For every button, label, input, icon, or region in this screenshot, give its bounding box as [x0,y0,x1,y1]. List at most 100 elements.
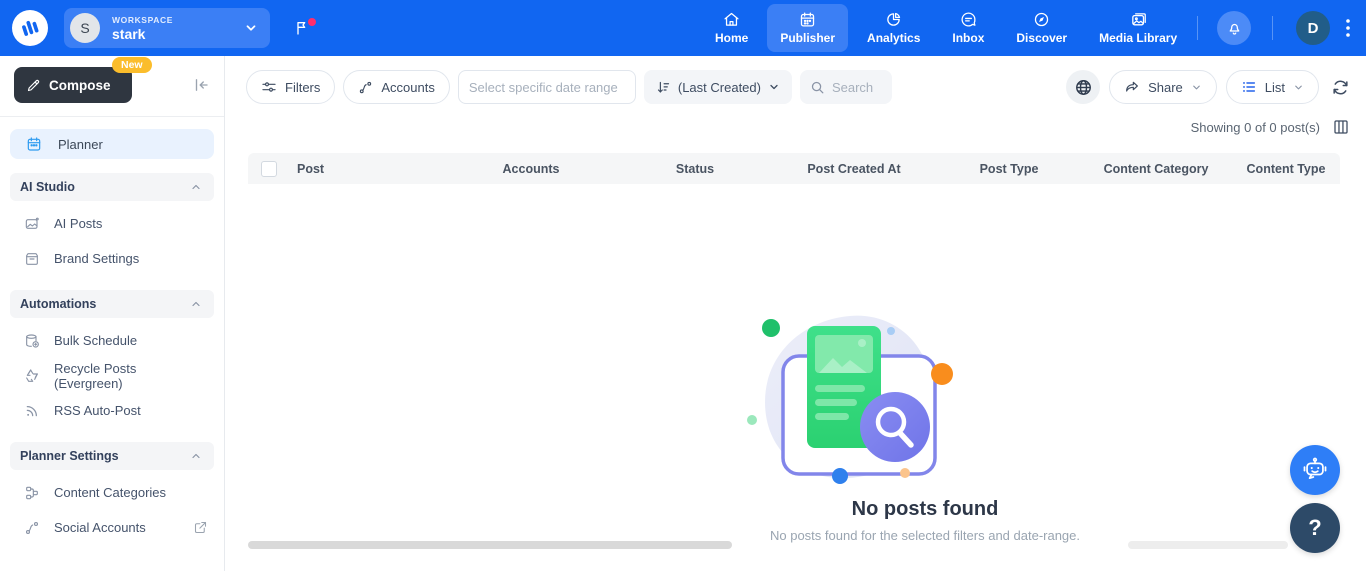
contentstudio-logo-icon[interactable] [12,10,48,46]
workspace-avatar: S [70,13,100,43]
section-header-planner-settings[interactable]: Planner Settings [10,442,214,470]
sort-icon [656,80,671,95]
search-icon [810,80,825,95]
notifications-bell-button[interactable] [1217,11,1251,45]
chevron-up-icon [190,298,202,310]
section-title: Planner Settings [20,449,119,463]
date-range-input[interactable] [468,79,645,95]
sidebar-item-content-categories[interactable]: Content Categories [0,475,224,510]
horizontal-scrollbar-thumb[interactable] [248,541,732,549]
nav-analytics-label: Analytics [867,31,921,45]
share-button[interactable]: Share [1109,70,1217,104]
select-all-checkbox[interactable] [261,160,277,177]
posts-table: Post Accounts Status Post Created At Pos… [248,153,1340,543]
nav-publisher-label: Publisher [780,31,836,45]
column-header-status[interactable]: Status [620,162,770,176]
header-divider [1197,16,1198,40]
toolbar-right: Share List [1066,70,1350,104]
workspace-label: WORKSPACE [112,14,173,25]
workspace-selector[interactable]: S WORKSPACE stark [64,8,270,48]
sidebar-item-bulk-schedule[interactable]: Bulk Schedule [0,323,224,358]
sidebar-item-label: RSS Auto-Post [54,403,141,418]
no-posts-illustration [747,315,953,484]
ai-chatbot-button[interactable] [1290,445,1340,495]
content-categories-icon [24,485,40,501]
rss-icon [24,403,40,419]
help-button[interactable]: ? [1290,503,1340,553]
sort-label: (Last Created) [677,79,761,95]
filters-label: Filters [285,79,321,95]
manage-columns-icon[interactable] [1332,118,1350,136]
profile-avatar[interactable]: D [1296,11,1330,45]
social-accounts-icon [24,520,40,536]
filters-sliders-icon [261,79,277,95]
share-icon [1124,79,1140,95]
notification-dot [308,18,316,26]
home-icon [723,11,740,28]
sidebar-item-ai-posts[interactable]: AI Posts [0,206,224,241]
compose-row: Compose New [0,56,224,103]
sidebar-collapse-icon[interactable] [192,76,210,94]
filters-button[interactable]: Filters [246,70,336,104]
nav-analytics[interactable]: Analytics [854,4,933,52]
table-header-row: Post Accounts Status Post Created At Pos… [248,153,1340,184]
nav-inbox[interactable]: Inbox [939,4,997,52]
ai-posts-icon [24,216,40,232]
share-label: Share [1148,79,1183,95]
calendar-icon [799,11,816,28]
section-header-ai-studio[interactable]: AI Studio [10,173,214,201]
new-badge: New [112,57,152,73]
chevron-down-icon [768,81,780,93]
external-link-icon[interactable] [193,520,208,535]
column-header-post-created-at[interactable]: Post Created At [770,162,938,176]
more-options-kebab-icon[interactable] [1340,17,1356,39]
sort-dropdown[interactable]: (Last Created) [643,70,792,104]
view-mode-list-button[interactable]: List [1225,70,1319,104]
column-header-content-type[interactable]: Content Type [1232,162,1340,176]
table-body: No posts found No posts found for the se… [248,184,1340,543]
accounts-label: Accounts [381,79,435,95]
nav-media-library[interactable]: Media Library [1086,4,1190,52]
sidebar-item-label: Social Accounts [54,520,146,535]
column-header-post[interactable]: Post [284,162,442,176]
section-header-automations[interactable]: Automations [10,290,214,318]
search-input[interactable] [831,79,886,95]
refresh-icon[interactable] [1331,78,1350,97]
horizontal-scrollbar-track [1128,541,1288,549]
sidebar-item-planner[interactable]: Planner [10,129,214,159]
nav-publisher[interactable]: Publisher [767,4,849,52]
nav-discover[interactable]: Discover [1003,4,1080,52]
globe-icon [1074,78,1093,97]
sidebar-item-brand-settings[interactable]: Brand Settings [0,241,224,276]
nav-home-label: Home [715,31,749,45]
date-range-picker[interactable] [457,70,668,104]
question-mark-label: ? [1308,515,1322,540]
search-box[interactable] [799,70,892,104]
sidebar-item-label: Bulk Schedule [54,333,138,348]
sidebar-item-rss-auto-post[interactable]: RSS Auto-Post [0,393,224,428]
view-mode-label: List [1264,79,1285,95]
chevron-up-icon [190,450,202,462]
nav-home[interactable]: Home [702,4,761,52]
column-header-accounts[interactable]: Accounts [442,162,620,176]
sidebar-item-social-accounts[interactable]: Social Accounts [0,510,224,545]
accounts-button[interactable]: Accounts [343,70,450,104]
sidebar-item-label: Content Categories [54,485,167,500]
nav-media-library-label: Media Library [1099,31,1178,45]
column-header-content-category[interactable]: Content Category [1080,162,1232,176]
section-title: AI Studio [20,180,75,194]
chevron-up-icon [190,181,202,193]
compass-icon [1033,11,1050,28]
sidebar-item-recycle-posts[interactable]: Recycle Posts (Evergreen) [0,358,224,393]
sidebar: Compose New Planner AI Studio AI Posts B… [0,56,225,571]
chevron-down-icon [1293,82,1304,93]
compose-button[interactable]: Compose New [14,57,152,103]
workspace-name: stark [112,25,146,42]
nav-inbox-label: Inbox [952,31,985,45]
compose-dropdown-chevron-icon[interactable] [121,79,151,91]
sidebar-item-label: Recycle Posts (Evergreen) [54,360,137,391]
column-header-post-type[interactable]: Post Type [938,162,1080,176]
whats-new-flag-icon[interactable] [294,18,316,39]
timezone-globe-button[interactable] [1066,70,1101,104]
main-nav: Home Publisher Analytics Inbox Discover … [702,0,1190,56]
